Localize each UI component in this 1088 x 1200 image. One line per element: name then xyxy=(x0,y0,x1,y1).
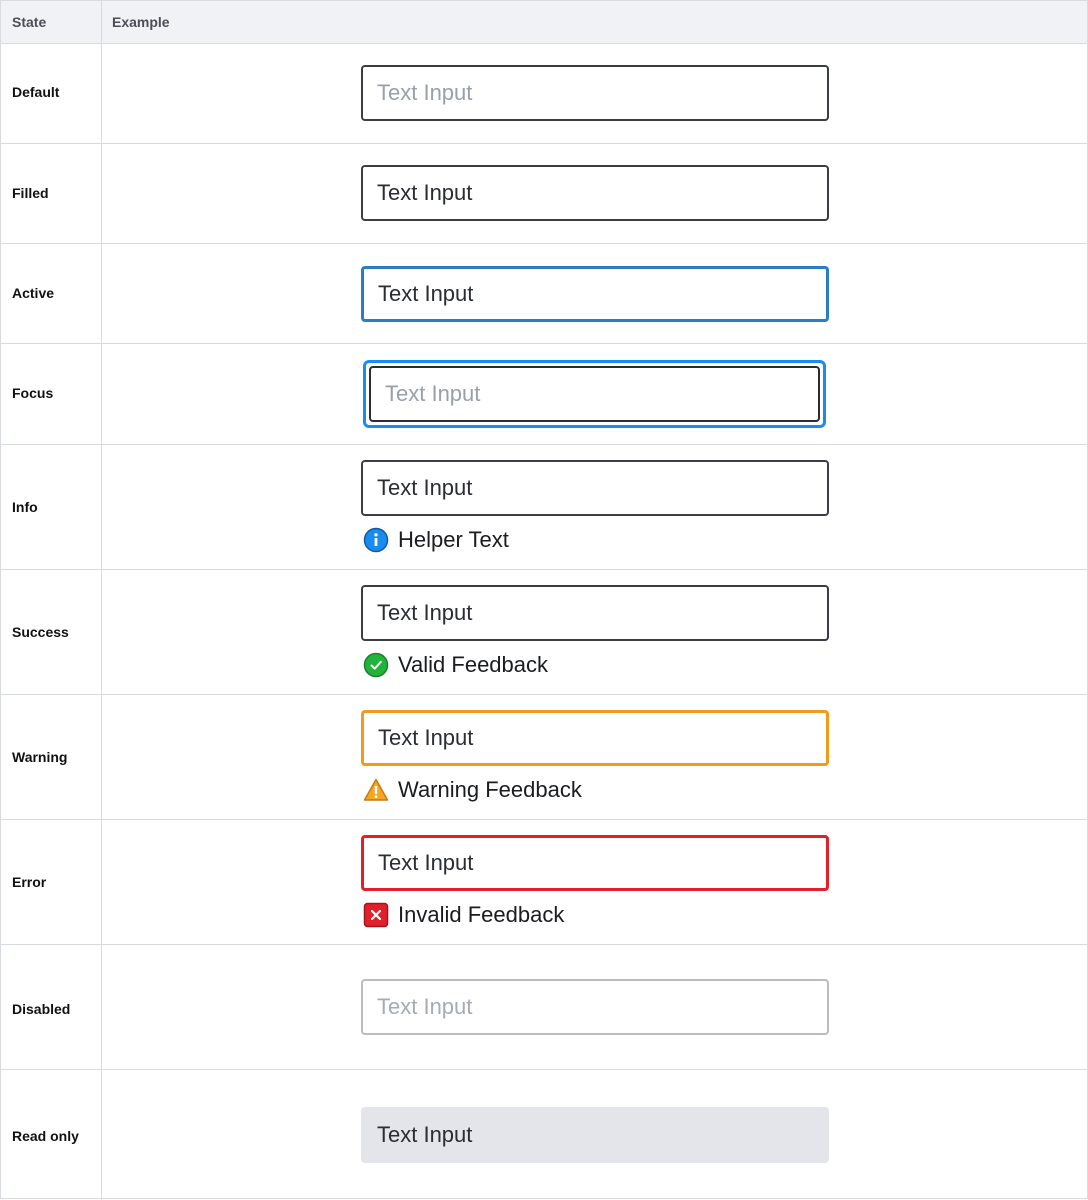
table-row-disabled: Disabled Text Input xyxy=(1,945,1087,1070)
text-input-filled[interactable]: Text Input xyxy=(361,165,829,221)
column-divider xyxy=(101,1,102,1200)
info-icon xyxy=(363,527,389,553)
table-row-warning: Warning Text Input Warning Feedback xyxy=(1,695,1087,820)
text-input-info[interactable]: Text Input xyxy=(361,460,829,516)
input-value: Text Input xyxy=(378,281,474,306)
state-label: Default xyxy=(12,84,60,100)
text-input-focus[interactable]: Text Input xyxy=(369,366,820,422)
feedback-warning: Warning Feedback xyxy=(363,776,582,804)
feedback-text: Warning Feedback xyxy=(398,777,582,802)
state-label: Warning xyxy=(12,749,68,765)
input-states-table: State Example Default Text Input Filled … xyxy=(0,0,1088,1200)
table-row-success: Success Text Input Valid Feedback xyxy=(1,570,1087,695)
table-header: State Example xyxy=(1,1,1087,44)
state-label: Success xyxy=(12,624,69,640)
table-row-info: Info Text Input Helper Text xyxy=(1,445,1087,570)
input-value: Text Input xyxy=(377,1122,473,1147)
state-label: Disabled xyxy=(12,1001,71,1017)
input-value: Text Input xyxy=(377,180,473,205)
input-placeholder: Text Input xyxy=(385,381,481,406)
text-input-error[interactable]: Text Input xyxy=(361,835,829,891)
feedback-text: Invalid Feedback xyxy=(398,902,565,927)
text-input-success[interactable]: Text Input xyxy=(361,585,829,641)
table-row-filled: Filled Text Input xyxy=(1,144,1087,244)
feedback-text: Helper Text xyxy=(398,527,509,552)
table-row-default: Default Text Input xyxy=(1,43,1087,144)
warning-triangle-icon xyxy=(363,778,389,801)
feedback-error: Invalid Feedback xyxy=(363,901,564,929)
text-input-read-only[interactable]: Text Input xyxy=(361,1107,829,1163)
header-example: Example xyxy=(112,14,170,30)
check-circle-icon xyxy=(363,652,389,678)
table-row-active: Active Text Input xyxy=(1,244,1087,344)
state-label: Filled xyxy=(12,185,49,201)
state-label: Info xyxy=(12,499,38,515)
table-row-read-only: Read only Text Input xyxy=(1,1070,1087,1198)
header-state: State xyxy=(12,14,47,30)
feedback-text: Valid Feedback xyxy=(398,652,549,677)
state-label: Read only xyxy=(12,1128,79,1144)
table-row-focus: Focus Text Input xyxy=(1,344,1087,445)
input-placeholder: Text Input xyxy=(377,994,473,1019)
input-placeholder: Text Input xyxy=(377,80,473,105)
input-value: Text Input xyxy=(378,725,474,750)
text-input-active[interactable]: Text Input xyxy=(361,266,829,322)
feedback-success: Valid Feedback xyxy=(363,651,548,679)
text-input-default[interactable]: Text Input xyxy=(361,65,829,121)
error-x-icon xyxy=(363,902,389,928)
text-input-disabled: Text Input xyxy=(361,979,829,1035)
input-value: Text Input xyxy=(377,475,473,500)
state-label: Active xyxy=(12,285,55,301)
input-value: Text Input xyxy=(377,600,473,625)
text-input-warning[interactable]: Text Input xyxy=(361,710,829,766)
feedback-info: Helper Text xyxy=(363,526,509,554)
input-value: Text Input xyxy=(378,850,474,875)
table-row-error: Error Text Input Invalid Feedback xyxy=(1,820,1087,945)
state-label: Error xyxy=(12,874,47,890)
state-label: Focus xyxy=(12,385,54,401)
